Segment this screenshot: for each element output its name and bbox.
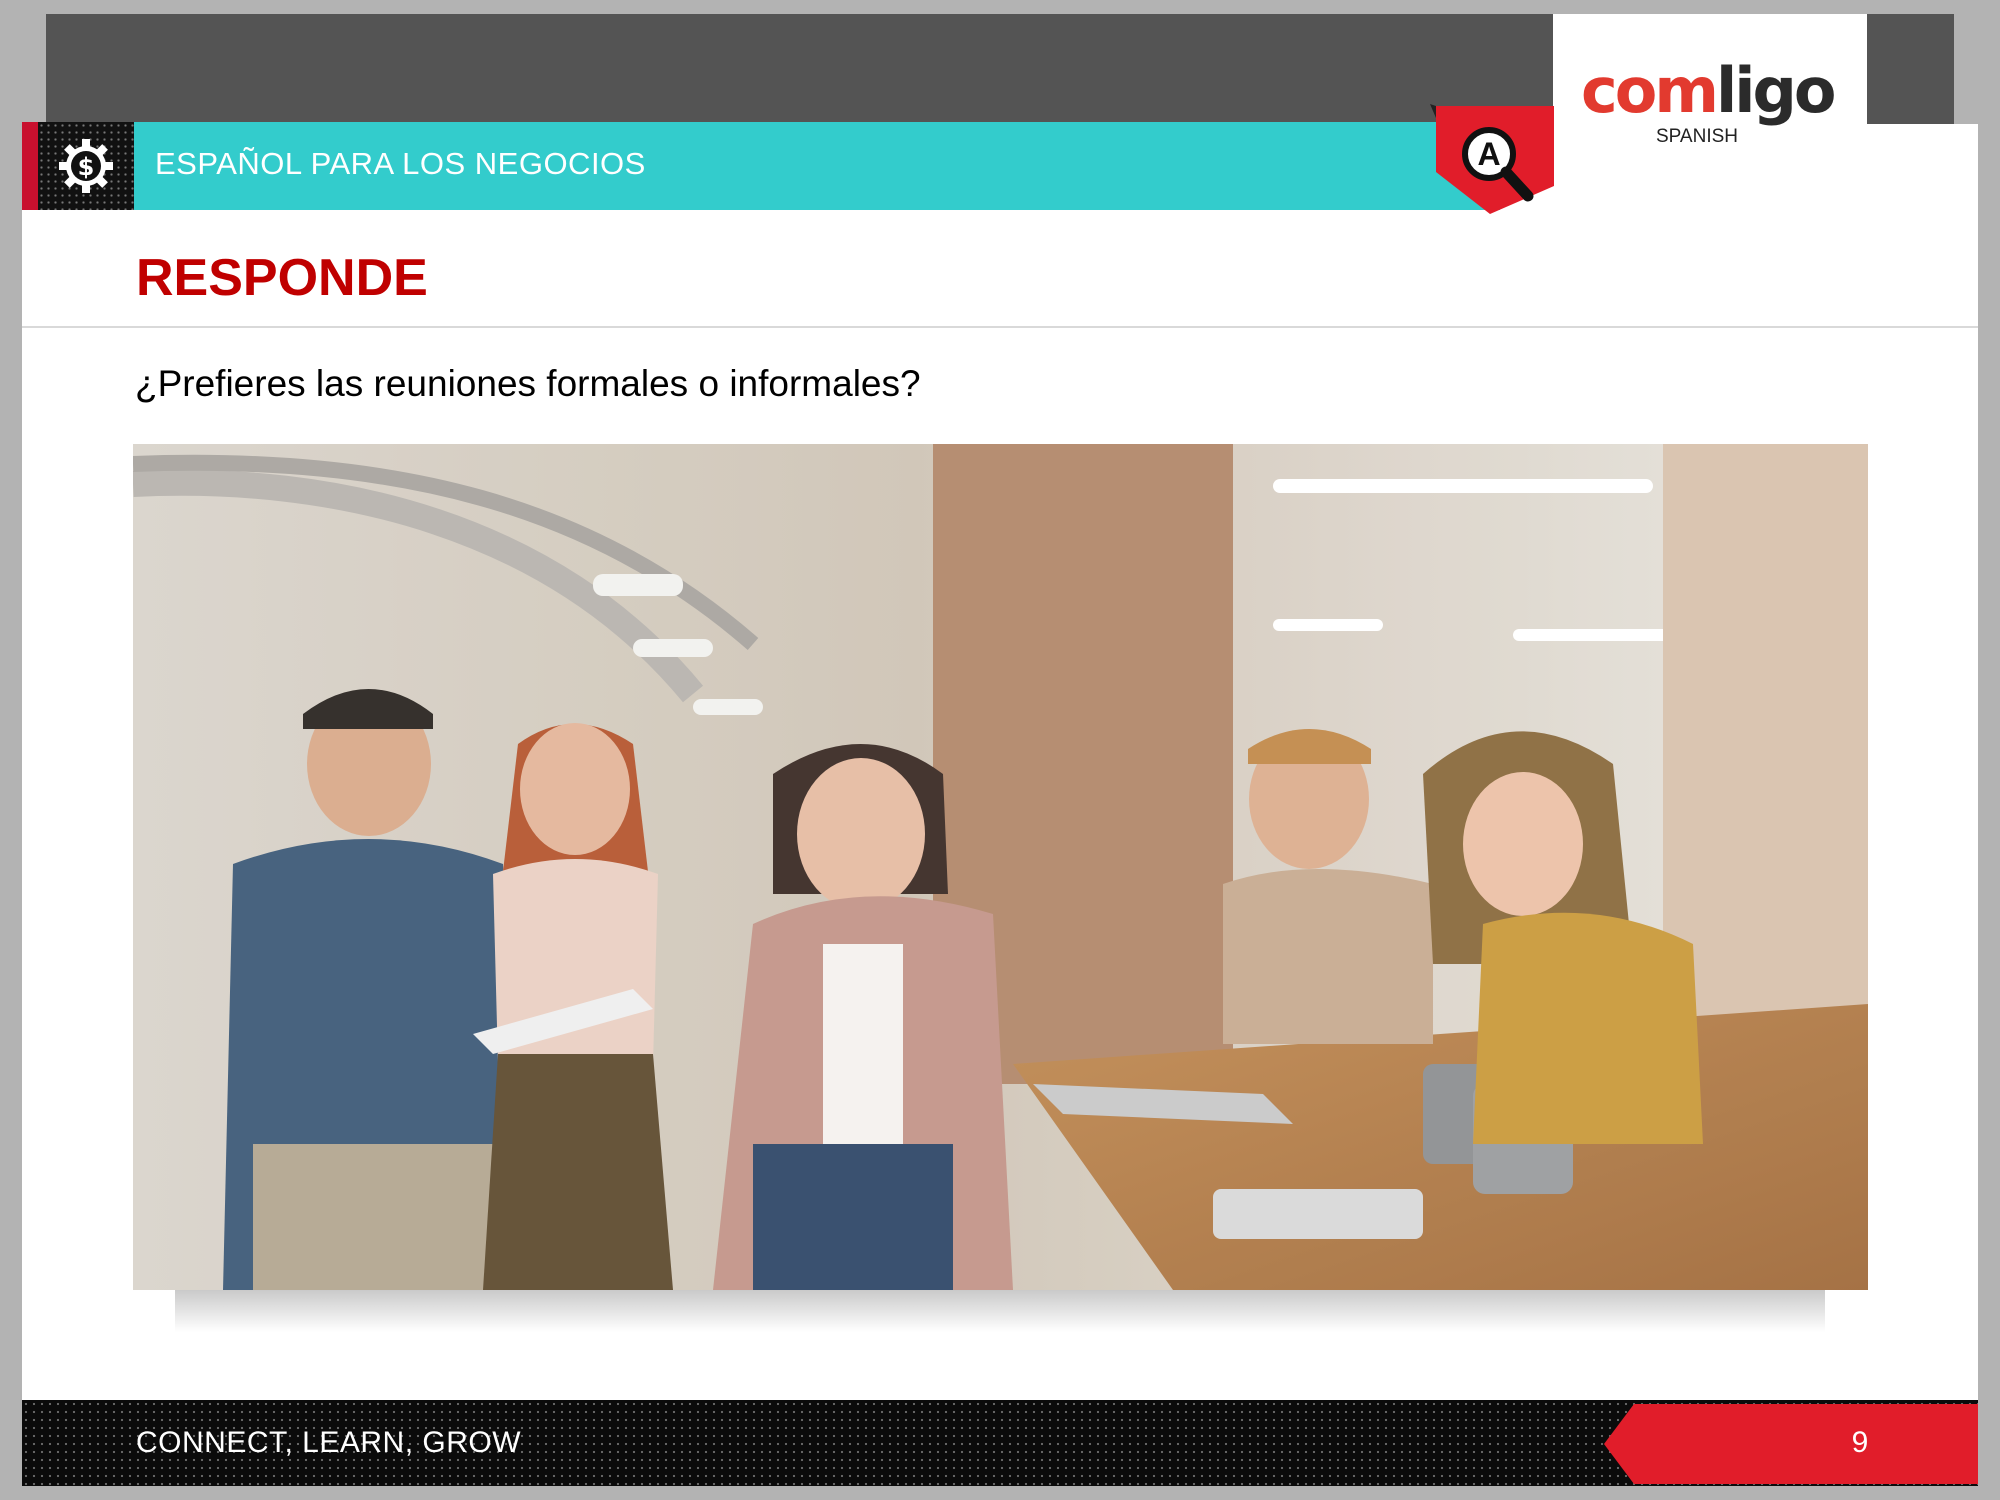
footer-page-tab — [1604, 1404, 1978, 1484]
title-divider — [22, 326, 1978, 328]
header-icon-box: $ — [38, 122, 134, 210]
logo-subtitle: SPANISH — [1656, 126, 1739, 147]
page-number: 9 — [1851, 1426, 1869, 1459]
footer-tagline: CONNECT, LEARN, GROW — [136, 1426, 522, 1459]
photo-shadow — [175, 1288, 1825, 1332]
svg-text:$: $ — [78, 153, 95, 181]
logo-wordmark: comligo — [1581, 54, 1836, 127]
team-meeting-photo — [133, 444, 1868, 1290]
dollar-gear-icon: $ — [59, 139, 113, 193]
badge-letter: A — [1477, 136, 1500, 172]
question-text: ¿Prefieres las reuniones formales o info… — [135, 363, 921, 404]
slide-title: RESPONDE — [136, 249, 428, 307]
header-accent — [22, 122, 38, 210]
logo: comligo SPANISH — [1553, 14, 1867, 147]
course-title: ESPAÑOL PARA LOS NEGOCIOS — [155, 146, 646, 181]
quiz-badge: A — [1430, 104, 1560, 220]
